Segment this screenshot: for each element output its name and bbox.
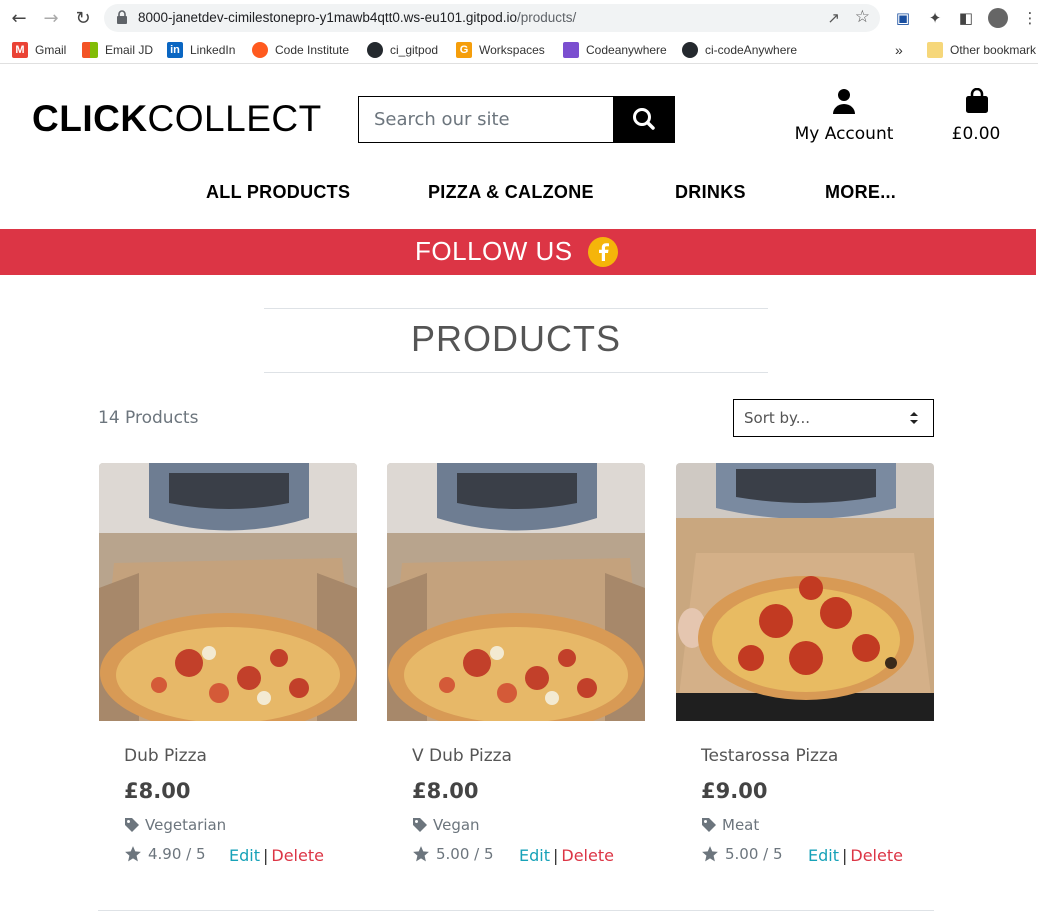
product-rating: 5.00 / 5 — [412, 845, 494, 863]
product-category[interactable]: Vegan — [412, 816, 480, 834]
menu-dots-icon[interactable]: ⋮ — [1020, 8, 1038, 28]
separator: | — [552, 846, 559, 865]
reload-icon[interactable]: ↻ — [72, 8, 94, 30]
linkedin-icon: in — [167, 42, 183, 58]
title-top-rule — [264, 308, 768, 309]
title-bottom-rule — [264, 372, 768, 373]
product-admin-actions: Edit | Delete — [229, 846, 324, 865]
profile-avatar[interactable] — [988, 8, 1008, 28]
sort-select[interactable]: Sort by... — [733, 399, 934, 437]
product-price: £9.00 — [701, 779, 768, 803]
search-input[interactable] — [359, 97, 613, 142]
search-button[interactable] — [613, 96, 675, 143]
edit-link[interactable]: Edit — [229, 846, 260, 865]
lock-icon — [117, 10, 127, 24]
browser-toolbar: ← → ↻ 8000-janetdev-cimilestonepro-y1maw… — [0, 0, 1038, 36]
separator: | — [262, 846, 269, 865]
address-bar[interactable]: 8000-janetdev-cimilestonepro-y1mawb4qtt0… — [104, 4, 880, 32]
bookmark-ci-gitpod[interactable]: ci_gitpod — [367, 42, 438, 58]
product-price: £8.00 — [412, 779, 479, 803]
product-price: £8.00 — [124, 779, 191, 803]
follow-us-text: FOLLOW US — [415, 236, 573, 266]
star-icon — [125, 846, 141, 862]
gitpod-icon: G — [456, 42, 472, 58]
product-admin-actions: Edit | Delete — [519, 846, 614, 865]
bookmarks-bar: M Gmail Email JD in LinkedIn Code Institut… — [0, 36, 1038, 64]
bookmark-linkedin[interactable]: in LinkedIn — [167, 42, 235, 58]
product-image[interactable] — [99, 463, 357, 721]
bookmark-workspaces[interactable]: G Workspaces — [456, 42, 545, 58]
code-institute-icon — [252, 42, 268, 58]
puzzle-icon[interactable]: ✦ — [925, 8, 945, 28]
product-image[interactable] — [387, 463, 645, 721]
account-label: My Account — [794, 124, 894, 144]
side-panel-icon[interactable]: ◧ — [956, 8, 976, 28]
shopping-bag-icon — [966, 88, 988, 113]
sort-arrows-icon — [910, 412, 918, 424]
back-arrow-icon[interactable]: ← — [8, 8, 30, 30]
other-bookmarks[interactable]: Other bookmark — [927, 42, 1036, 58]
bookmark-gmail[interactable]: M Gmail — [12, 42, 66, 58]
search-icon — [633, 108, 655, 130]
codeanywhere-icon — [563, 42, 579, 58]
star-icon — [413, 846, 429, 862]
bookmark-star-icon[interactable]: ☆ — [855, 7, 870, 27]
nav-drinks[interactable]: DRINKS — [675, 182, 746, 203]
product-rating: 5.00 / 5 — [701, 845, 783, 863]
nav-all-products[interactable]: ALL PRODUCTS — [206, 182, 350, 203]
product-name[interactable]: Testarossa Pizza — [701, 746, 838, 766]
sort-selected-value: Sort by... — [744, 409, 811, 427]
page: CLICKCOLLECT My Account £0.00 ALL PRODUC… — [0, 68, 1036, 919]
bookmarks-overflow[interactable]: » — [895, 42, 903, 58]
product-category[interactable]: Meat — [701, 816, 759, 834]
product-count: 14 Products — [98, 408, 199, 428]
tag-icon — [413, 818, 427, 832]
windows-icon — [82, 42, 98, 58]
bag-total: £0.00 — [951, 124, 1001, 144]
edit-link[interactable]: Edit — [519, 846, 550, 865]
product-name[interactable]: V Dub Pizza — [412, 746, 512, 766]
product-category[interactable]: Vegetarian — [124, 816, 226, 834]
share-icon[interactable]: ↗ — [827, 9, 840, 27]
separator: | — [841, 846, 848, 865]
bookmark-codeanywhere[interactable]: Codeanywhere — [563, 42, 667, 58]
bookmark-ci-codeanywhere[interactable]: ci-codeAnywhere — [682, 42, 797, 58]
edit-link[interactable]: Edit — [808, 846, 839, 865]
folder-icon — [927, 42, 943, 58]
main-nav: ALL PRODUCTS PIZZA & CALZONE DRINKS MORE… — [0, 182, 1036, 208]
forward-arrow-icon[interactable]: → — [40, 8, 62, 30]
delete-link[interactable]: Delete — [850, 846, 903, 865]
star-icon — [702, 846, 718, 862]
bookmark-email-jd[interactable]: Email JD — [82, 42, 153, 58]
product-rating: 4.90 / 5 — [124, 845, 206, 863]
github-icon — [367, 42, 383, 58]
facebook-icon[interactable] — [588, 237, 618, 267]
site-logo[interactable]: CLICKCOLLECT — [32, 98, 322, 140]
extension-icon[interactable]: ▣ — [893, 8, 913, 28]
nav-more[interactable]: MORE... — [825, 182, 896, 203]
user-icon — [833, 89, 855, 114]
bookmark-code-institute[interactable]: Code Institute — [252, 42, 349, 58]
section-divider — [98, 910, 934, 911]
github-icon — [682, 42, 698, 58]
product-name[interactable]: Dub Pizza — [124, 746, 207, 766]
delete-link[interactable]: Delete — [271, 846, 324, 865]
shopping-bag-link[interactable]: £0.00 — [940, 88, 1012, 148]
follow-us-banner: FOLLOW US — [0, 229, 1036, 275]
product-admin-actions: Edit | Delete — [808, 846, 903, 865]
search-field[interactable] — [358, 96, 614, 143]
product-image[interactable] — [676, 463, 934, 721]
tag-icon — [125, 818, 139, 832]
gmail-icon: M — [12, 42, 28, 58]
url-text: 8000-janetdev-cimilestonepro-y1mawb4qtt0… — [138, 10, 577, 25]
nav-pizza-calzone[interactable]: PIZZA & CALZONE — [428, 182, 594, 203]
tag-icon — [702, 818, 716, 832]
delete-link[interactable]: Delete — [561, 846, 614, 865]
page-title: PRODUCTS — [410, 318, 621, 359]
my-account-link[interactable]: My Account — [784, 88, 904, 148]
